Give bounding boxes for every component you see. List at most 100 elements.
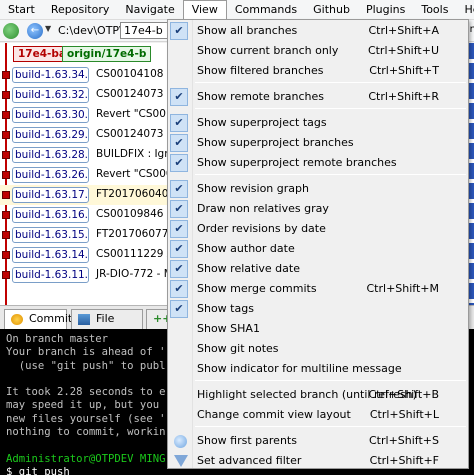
lightbulb-icon (174, 435, 187, 448)
menu-item-icon-slot (170, 452, 188, 470)
tag-label[interactable]: build-1.63.30.0 (12, 107, 89, 123)
menu-item-label: Draw non relatives gray (197, 202, 329, 215)
menu-item-show-first-parents[interactable]: Show first parents Ctrl+Shift+S (168, 431, 468, 451)
commit-node (2, 271, 10, 279)
tag-label[interactable]: build-1.63.32.0 (12, 87, 89, 103)
menu-item-shortcut: Ctrl+Shift+A (368, 24, 439, 37)
tag-label[interactable]: build-1.63.16.0 (12, 207, 89, 223)
tab-commit[interactable]: Commit (4, 309, 72, 329)
checkmark-icon: ✔ (170, 300, 188, 318)
menu-item-check-slot (170, 406, 188, 424)
menu-item-change-commit-view-layout[interactable]: Change commit view layout Ctrl+Shift+L (168, 405, 468, 425)
menu-item-show-revision-graph[interactable]: ✔ Show revision graph (168, 179, 468, 199)
menu-item-shortcut: Ctrl+Shift+L (369, 408, 439, 421)
menu-item-label: Order revisions by date (197, 222, 326, 235)
remote-branch-badge[interactable]: origin/17e4-b (62, 46, 152, 62)
tab-file-tree[interactable]: File tree (71, 309, 143, 343)
menu-item-shortcut: Ctrl+Shift+S (369, 434, 439, 447)
menu-item-show-current-branch-only[interactable]: Show current branch only Ctrl+Shift+U (168, 41, 468, 61)
menu-item-show-superproject-remote-branches[interactable]: ✔ Show superproject remote branches (168, 153, 468, 173)
tag-label[interactable]: build-1.63.26.0 (12, 167, 89, 183)
menu-plugins[interactable]: Plugins (358, 0, 413, 20)
menu-item-show-filtered-branches[interactable]: Show filtered branches Ctrl+Shift+T (168, 61, 468, 81)
checkmark-icon: ✔ (170, 260, 188, 278)
menu-item-label: Show git notes (197, 342, 279, 355)
checkmark-icon: ✔ (170, 280, 188, 298)
commit-node (2, 191, 10, 199)
commit-node (2, 251, 10, 259)
menu-item-label: Show current branch only (197, 44, 339, 57)
menu-separator (195, 426, 466, 427)
menu-item-shortcut: Ctrl+Shift+B (368, 388, 439, 401)
menu-item-show-indicator-for-multiline-message[interactable]: Show indicator for multiline message (168, 359, 468, 379)
menu-item-show-relative-date[interactable]: ✔ Show relative date (168, 259, 468, 279)
menu-item-show-tags[interactable]: ✔ Show tags (168, 299, 468, 319)
tag-label[interactable]: build-1.63.15.0 (12, 227, 89, 243)
refresh-icon[interactable] (3, 23, 19, 39)
menu-view[interactable]: View (182, 0, 227, 20)
menu-bar: Start Repository Navigate View Commands … (0, 0, 474, 20)
menu-navigate[interactable]: Navigate (117, 0, 182, 20)
tag-label[interactable]: build-1.63.29.0 (12, 127, 89, 143)
menu-item-label: Show superproject remote branches (197, 156, 397, 169)
menu-item-label: Set advanced filter (197, 454, 302, 467)
menu-item-check-slot (170, 320, 188, 338)
menu-separator (195, 108, 466, 109)
back-arrow-icon[interactable]: ← (27, 23, 43, 39)
checkmark-icon: ✔ (170, 114, 188, 132)
tag-label[interactable]: build-1.63.34.0 (12, 67, 89, 83)
commit-node (2, 71, 10, 79)
menu-item-shortcut: Ctrl+Shift+F (369, 454, 439, 467)
menu-item-set-advanced-filter[interactable]: Set advanced filter Ctrl+Shift+F (168, 451, 468, 471)
menu-item-label: Show remote branches (197, 90, 324, 103)
menu-repository[interactable]: Repository (43, 0, 118, 20)
commit-node (2, 171, 10, 179)
menu-item-check-slot (170, 386, 188, 404)
menu-item-label: Show author date (197, 242, 295, 255)
menu-item-draw-non-relatives-gray[interactable]: ✔ Draw non relatives gray (168, 199, 468, 219)
checkmark-icon: ✔ (170, 180, 188, 198)
menu-item-show-merge-commits[interactable]: ✔ Show merge commits Ctrl+Shift+M (168, 279, 468, 299)
menu-item-show-all-branches[interactable]: ✔ Show all branches Ctrl+Shift+A (168, 21, 468, 41)
tag-label[interactable]: build-1.63.28.0 (12, 147, 89, 163)
menu-item-show-superproject-tags[interactable]: ✔ Show superproject tags (168, 113, 468, 133)
checkmark-icon: ✔ (170, 134, 188, 152)
menu-help[interactable]: Help (456, 0, 474, 20)
menu-separator (195, 174, 466, 175)
menu-item-label: Show superproject tags (197, 116, 327, 129)
menu-item-highlight-selected-branch-until-refresh[interactable]: Highlight selected branch (until refresh… (168, 385, 468, 405)
menu-item-shortcut: Ctrl+Shift+R (368, 90, 439, 103)
menu-item-show-author-date[interactable]: ✔ Show author date (168, 239, 468, 259)
menu-start[interactable]: Start (0, 0, 43, 20)
menu-item-show-superproject-branches[interactable]: ✔ Show superproject branches (168, 133, 468, 153)
menu-item-shortcut: Ctrl+Shift+T (369, 64, 439, 77)
tag-label[interactable]: build-1.63.14.0 (12, 247, 89, 263)
menu-item-show-remote-branches[interactable]: ✔ Show remote branches Ctrl+Shift+R (168, 87, 468, 107)
menu-item-label: Show indicator for multiline message (197, 362, 402, 375)
tag-label[interactable]: build-1.63.11.0 (12, 267, 89, 283)
menu-item-shortcut: Ctrl+Shift+M (366, 282, 440, 295)
menu-item-show-sha1[interactable]: Show SHA1 (168, 319, 468, 339)
file-tree-icon (78, 314, 90, 325)
checkmark-icon: ✔ (170, 88, 188, 106)
checkmark-icon: ✔ (170, 200, 188, 218)
menu-item-order-revisions-by-date[interactable]: ✔ Order revisions by date (168, 219, 468, 239)
menu-commands[interactable]: Commands (227, 0, 305, 20)
menu-item-label: Show revision graph (197, 182, 309, 195)
menu-item-check-slot (170, 340, 188, 358)
menu-item-show-git-notes[interactable]: Show git notes (168, 339, 468, 359)
menu-item-icon-slot (170, 432, 188, 450)
filter-icon (174, 455, 188, 467)
commit-node (2, 131, 10, 139)
commit-message: BUILDFIX : Igno (96, 148, 178, 160)
checkmark-icon: ✔ (170, 154, 188, 172)
menu-item-check-slot (170, 62, 188, 80)
menu-item-check-slot (170, 360, 188, 378)
menu-tools[interactable]: Tools (413, 0, 456, 20)
commit-node (2, 151, 10, 159)
tag-label[interactable]: build-1.63.17.0 (12, 187, 89, 203)
branch-selector[interactable]: 17e4-b (120, 22, 170, 39)
menu-item-label: Show filtered branches (197, 64, 324, 77)
chevron-down-icon[interactable]: ▼ (45, 24, 51, 33)
menu-github[interactable]: Github (305, 0, 358, 20)
